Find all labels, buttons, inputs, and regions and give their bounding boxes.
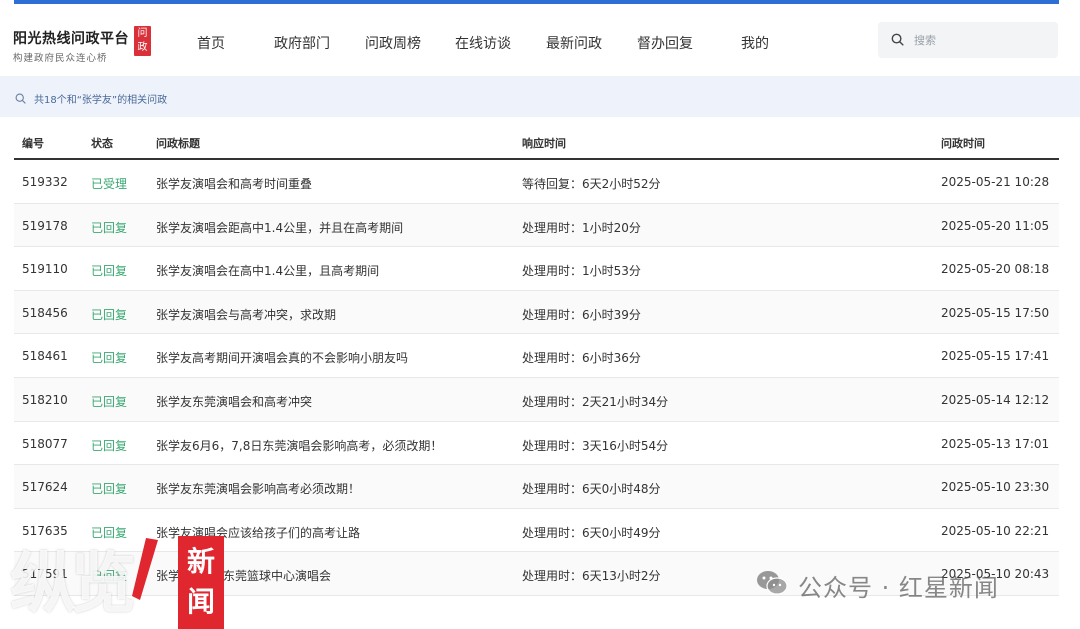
logo-badge-char-2: 政 xyxy=(137,42,148,53)
watermark-news-badge: 新闻 xyxy=(178,536,224,629)
row-id: 519178 xyxy=(22,218,68,233)
row-response-time: 处理用时：2天21小时34分 xyxy=(522,394,669,409)
table-header: 编号 状态 问政标题 响应时间 问政时间 xyxy=(14,122,1059,160)
row-title-link[interactable]: 张学友高考期间开演唱会真的不会影响小朋友吗 xyxy=(156,349,408,366)
watermark-slash-mark xyxy=(132,538,158,600)
row-inquiry-time: 2025-05-20 08:18 xyxy=(941,262,1050,277)
row-inquiry-time: 2025-05-21 10:28 xyxy=(941,175,1050,189)
column-header-title: 问政标题 xyxy=(156,137,200,150)
row-status: 已回复 xyxy=(91,220,128,235)
news-watermark: 纵览 新闻 xyxy=(0,524,240,629)
table-row[interactable]: 519178 已回复 张学友演唱会距高中1.4公里，并且在高考期间 处理用时：1… xyxy=(14,203,1059,248)
row-inquiry-time: 2025-05-14 12:12 xyxy=(941,392,1050,407)
search-input[interactable] xyxy=(914,30,1044,50)
table-row[interactable]: 519110 已回复 张学友演唱会在高中1.4公里，且高考期间 处理用时：1小时… xyxy=(14,247,1059,291)
row-inquiry-time: 2025-05-15 17:41 xyxy=(941,349,1050,364)
nav-weekly-ranking[interactable]: 问政周榜 xyxy=(365,33,421,53)
row-response-time: 处理用时：6小时36分 xyxy=(522,351,641,366)
row-status: 已回复 xyxy=(91,351,128,366)
row-status: 已回复 xyxy=(91,394,128,409)
table-row[interactable]: 518077 已回复 张学友6月6，7,8日东莞演唱会影响高考，必须改期！ 处理… xyxy=(14,422,1059,466)
row-response-time: 处理用时：1小时20分 xyxy=(522,220,641,235)
nav-government-departments[interactable]: 政府部门 xyxy=(274,33,330,53)
watermark-badge-text: 新闻 xyxy=(186,545,215,618)
table-row[interactable]: 518456 已回复 张学友演唱会与高考冲突，求改期 处理用时：6小时39分 2… xyxy=(14,290,1059,335)
search-icon xyxy=(15,93,26,104)
watermark-account-text: 公众号 · 红星新闻 xyxy=(798,574,999,602)
search-result-summary: 共18个和“张学友”的相关问政 xyxy=(34,95,168,106)
row-id: 518077 xyxy=(22,436,68,451)
row-id: 518456 xyxy=(22,305,68,320)
column-header-id: 编号 xyxy=(22,137,44,150)
search-result-bar: 共18个和“张学友”的相关问政 xyxy=(0,76,1080,117)
row-id: 519332 xyxy=(22,175,68,189)
row-response-time: 处理用时：6天13小时2分 xyxy=(522,569,661,584)
row-response-time: 处理用时：6小时39分 xyxy=(522,307,641,322)
row-title-link[interactable]: 张学友演唱会与高考冲突，求改期 xyxy=(156,306,336,323)
nav-home[interactable]: 首页 xyxy=(197,33,225,53)
search-box[interactable] xyxy=(878,22,1058,58)
logo-title: 阳光热线问政平台 xyxy=(13,31,129,47)
column-header-status: 状态 xyxy=(91,137,113,150)
search-icon[interactable] xyxy=(891,33,904,46)
logo-badge-char-1: 问 xyxy=(137,28,148,39)
table-row[interactable]: 518210 已回复 张学友东莞演唱会和高考冲突 处理用时：2天21小时34分 … xyxy=(14,377,1059,422)
row-inquiry-time: 2025-05-10 22:21 xyxy=(941,523,1050,538)
column-header-response-time: 响应时间 xyxy=(522,137,566,150)
row-response-time: 处理用时：6天0小时49分 xyxy=(522,525,661,540)
nav-supervised-replies[interactable]: 督办回复 xyxy=(637,33,693,53)
wechat-icon xyxy=(757,571,788,595)
row-status: 已回复 xyxy=(91,307,128,322)
row-title-link[interactable]: 张学友6月6，7,8日东莞演唱会影响高考，必须改期！ xyxy=(156,437,442,454)
table-row[interactable]: 518461 已回复 张学友高考期间开演唱会真的不会影响小朋友吗 处理用时：6小… xyxy=(14,334,1059,378)
row-id: 517624 xyxy=(22,480,68,495)
row-response-time: 处理用时：6天0小时48分 xyxy=(522,482,661,497)
row-response-time: 处理用时：1小时53分 xyxy=(522,264,641,279)
row-status: 已回复 xyxy=(91,482,128,497)
column-header-inquiry-time: 问政时间 xyxy=(941,137,985,150)
row-status: 已回复 xyxy=(91,264,128,279)
table-row[interactable]: 519332 已受理 张学友演唱会和高考时间重叠 等待回复：6天2小时52分 2… xyxy=(14,160,1059,204)
nav-latest-inquiries[interactable]: 最新问政 xyxy=(546,33,602,53)
row-title-link[interactable]: 张学友演唱会在高中1.4公里，且高考期间 xyxy=(156,262,379,279)
row-status: 已回复 xyxy=(91,438,128,453)
row-inquiry-time: 2025-05-15 17:50 xyxy=(941,305,1050,320)
row-title-link[interactable]: 张学友演唱会和高考时间重叠 xyxy=(156,175,312,192)
site-header: 阳光热线问政平台 构建政府民众连心桥 问 政 首页 政府部门 问政周榜 在线访谈… xyxy=(0,4,1080,76)
row-status: 已受理 xyxy=(91,177,128,191)
row-response-time: 处理用时：3天16小时54分 xyxy=(522,438,669,453)
row-inquiry-time: 2025-05-20 11:05 xyxy=(941,218,1050,233)
row-id: 519110 xyxy=(22,262,68,277)
nav-online-interview[interactable]: 在线访谈 xyxy=(455,33,511,53)
row-inquiry-time: 2025-05-10 23:30 xyxy=(941,480,1050,495)
row-id: 518461 xyxy=(22,349,68,364)
row-id: 518210 xyxy=(22,392,68,407)
nav-mine[interactable]: 我的 xyxy=(741,33,769,53)
row-title-link[interactable]: 张学友东莞演唱会和高考冲突 xyxy=(156,393,312,410)
table-row[interactable]: 517624 已回复 张学友东莞演唱会影响高考必须改期！ 处理用时：6天0小时4… xyxy=(14,465,1059,509)
watermark-brand-text: 纵览 xyxy=(10,544,136,622)
row-response-time: 等待回复：6天2小时52分 xyxy=(522,177,661,191)
row-title-link[interactable]: 张学友演唱会距高中1.4公里，并且在高考期间 xyxy=(156,219,403,236)
site-logo[interactable]: 阳光热线问政平台 构建政府民众连心桥 xyxy=(13,28,129,64)
row-inquiry-time: 2025-05-13 17:01 xyxy=(941,436,1050,451)
row-title-link[interactable]: 张学友东莞演唱会影响高考必须改期！ xyxy=(156,480,360,497)
logo-badge: 问 政 xyxy=(134,26,151,56)
logo-subtitle: 构建政府民众连心桥 xyxy=(13,53,108,64)
